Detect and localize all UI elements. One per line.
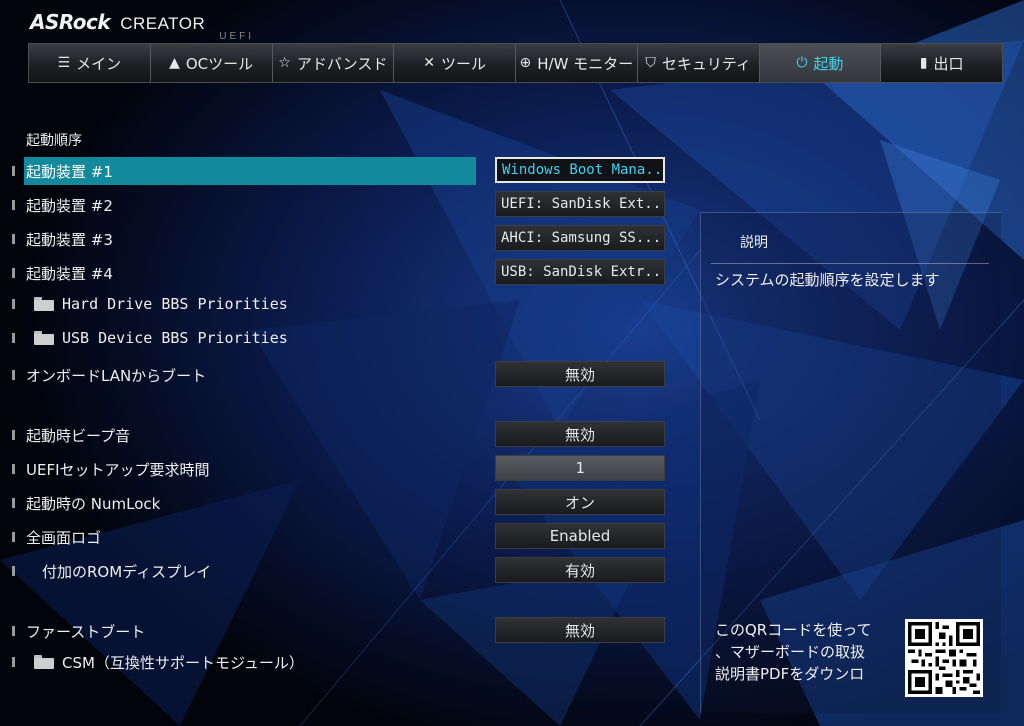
- row-marker: [12, 268, 15, 278]
- tab-oc-tweaker[interactable]: ▲ OCツール: [151, 44, 273, 82]
- hdd-bbs-label: Hard Drive BBS Priorities: [62, 295, 288, 313]
- boot-device-2-row[interactable]: 起動装置 #2: [0, 191, 480, 219]
- boot-device-2-label: 起動装置 #2: [26, 196, 113, 215]
- hdd-bbs-priorities-item[interactable]: Hard Drive BBS Priorities: [0, 290, 480, 318]
- boot-device-2-value[interactable]: UEFI: SanDisk Ext...: [495, 191, 665, 217]
- row-marker: [12, 532, 15, 542]
- row-marker: [12, 370, 15, 380]
- tab-label: メイン: [76, 54, 122, 73]
- tab-security[interactable]: ⛉ セキュリティ: [638, 44, 760, 82]
- usb-bbs-priorities-item[interactable]: USB Device BBS Priorities: [0, 324, 480, 352]
- boot-device-4-row[interactable]: 起動装置 #4: [0, 259, 480, 287]
- exit-door-icon: ▮: [919, 55, 928, 71]
- row-marker: [12, 200, 15, 210]
- folder-icon: [34, 297, 54, 311]
- fast-boot-value[interactable]: 無効: [495, 617, 665, 643]
- full-screen-logo-label: 全画面ロゴ: [26, 528, 102, 547]
- setup-prompt-timeout-input[interactable]: 1: [495, 455, 665, 481]
- tab-advanced[interactable]: ☆ アドバンスド: [273, 44, 395, 82]
- row-marker: [12, 464, 15, 474]
- qr-code-icon: [905, 619, 983, 697]
- boot-device-4-value[interactable]: USB: SanDisk Extr...: [495, 259, 665, 285]
- tab-hw-monitor[interactable]: ⊕ H/W モニター: [516, 44, 638, 82]
- tab-label: アドバンスド: [296, 54, 388, 73]
- row-marker: [12, 166, 15, 176]
- row-marker: [12, 498, 15, 508]
- boot-beep-label: 起動時ビープ音: [26, 426, 131, 445]
- boot-beep-row[interactable]: 起動時ビープ音: [0, 421, 480, 449]
- power-icon: ⏻: [796, 55, 808, 71]
- boot-numlock-value[interactable]: オン: [495, 489, 665, 515]
- boot-device-3-label: 起動装置 #3: [26, 230, 113, 249]
- row-marker: [12, 333, 15, 343]
- tab-main[interactable]: ☰ メイン: [29, 44, 151, 82]
- tab-label: 起動: [813, 54, 844, 73]
- asrock-creator-logo: ASRock CREATOR UEFI: [30, 10, 254, 42]
- tab-label: セキュリティ: [661, 54, 751, 73]
- boot-device-1-label: 起動装置 #1: [26, 162, 113, 181]
- row-marker: [12, 566, 15, 576]
- folder-icon: [34, 655, 54, 669]
- addon-rom-display-value[interactable]: 有効: [495, 557, 665, 583]
- usb-bbs-label: USB Device BBS Priorities: [62, 329, 288, 347]
- help-divider: [711, 263, 989, 264]
- boot-device-3-value[interactable]: AHCI: Samsung SS...: [495, 225, 665, 251]
- boot-numlock-label: 起動時の NumLock: [26, 494, 161, 513]
- boot-numlock-row[interactable]: 起動時の NumLock: [0, 489, 480, 517]
- rocket-icon: ▲: [169, 55, 180, 71]
- onboard-lan-boot-value[interactable]: 無効: [495, 361, 665, 387]
- boot-device-1-value[interactable]: Windows Boot Mana...: [495, 157, 665, 183]
- fast-boot-label: ファーストブート: [26, 622, 146, 641]
- brand-logo: ASRock: [30, 10, 111, 34]
- row-marker: [12, 299, 15, 309]
- onboard-lan-boot-label: オンボードLANからブート: [26, 366, 207, 385]
- list-icon: ☰: [57, 55, 71, 71]
- row-marker: [12, 626, 15, 636]
- section-title: 起動順序: [26, 133, 82, 149]
- row-marker: [12, 234, 15, 244]
- addon-rom-display-row[interactable]: 付加のROMディスプレイ: [0, 557, 480, 585]
- folder-icon: [34, 331, 54, 345]
- fast-boot-row[interactable]: ファーストブート: [0, 617, 480, 645]
- product-name: CREATOR: [120, 14, 206, 33]
- csm-item[interactable]: CSM（互換性サポートモジュール）: [0, 648, 480, 676]
- tab-label: H/W モニター: [537, 54, 634, 73]
- help-panel: 説明 システムの起動順序を設定します このQRコードを使って 、マザーボードの取…: [700, 212, 1001, 713]
- tab-label: ツール: [440, 54, 486, 73]
- csm-label: CSM（互換性サポートモジュール）: [62, 653, 304, 672]
- boot-beep-value[interactable]: 無効: [495, 421, 665, 447]
- full-screen-logo-row[interactable]: 全画面ロゴ: [0, 523, 480, 551]
- boot-device-3-row[interactable]: 起動装置 #3: [0, 225, 480, 253]
- setup-prompt-timeout-label: UEFIセットアップ要求時間: [26, 460, 210, 479]
- qr-description: このQRコードを使って 、マザーボードの取扱 説明書PDFをダウンロ: [715, 621, 872, 683]
- crosshair-icon: ⊕: [519, 55, 532, 71]
- boot-device-1-row[interactable]: 起動装置 #1: [0, 157, 480, 185]
- help-title: 説明: [740, 235, 768, 251]
- setup-prompt-timeout-row[interactable]: UEFIセットアップ要求時間: [0, 455, 480, 483]
- main-nav: ☰ メイン ▲ OCツール ☆ アドバンスド ✕ ツール ⊕ H/W モニター …: [28, 43, 1003, 83]
- full-screen-logo-value[interactable]: Enabled: [495, 523, 665, 549]
- help-description: システムの起動順序を設定します: [715, 271, 940, 289]
- boot-device-4-label: 起動装置 #4: [26, 264, 113, 283]
- row-marker: [12, 430, 15, 440]
- tab-boot[interactable]: ⏻ 起動: [759, 44, 882, 82]
- addon-rom-display-label: 付加のROMディスプレイ: [42, 562, 212, 581]
- tab-tool[interactable]: ✕ ツール: [394, 44, 516, 82]
- star-icon: ☆: [278, 55, 291, 71]
- onboard-lan-boot-row[interactable]: オンボードLANからブート: [0, 361, 480, 389]
- tab-label: 出口: [933, 54, 964, 73]
- shield-icon: ⛉: [645, 55, 656, 71]
- row-marker: [12, 657, 15, 667]
- uefi-label: UEFI: [219, 31, 255, 42]
- tab-label: OCツール: [185, 54, 254, 73]
- tab-exit[interactable]: ▮ 出口: [881, 44, 1002, 82]
- tools-icon: ✕: [423, 55, 435, 71]
